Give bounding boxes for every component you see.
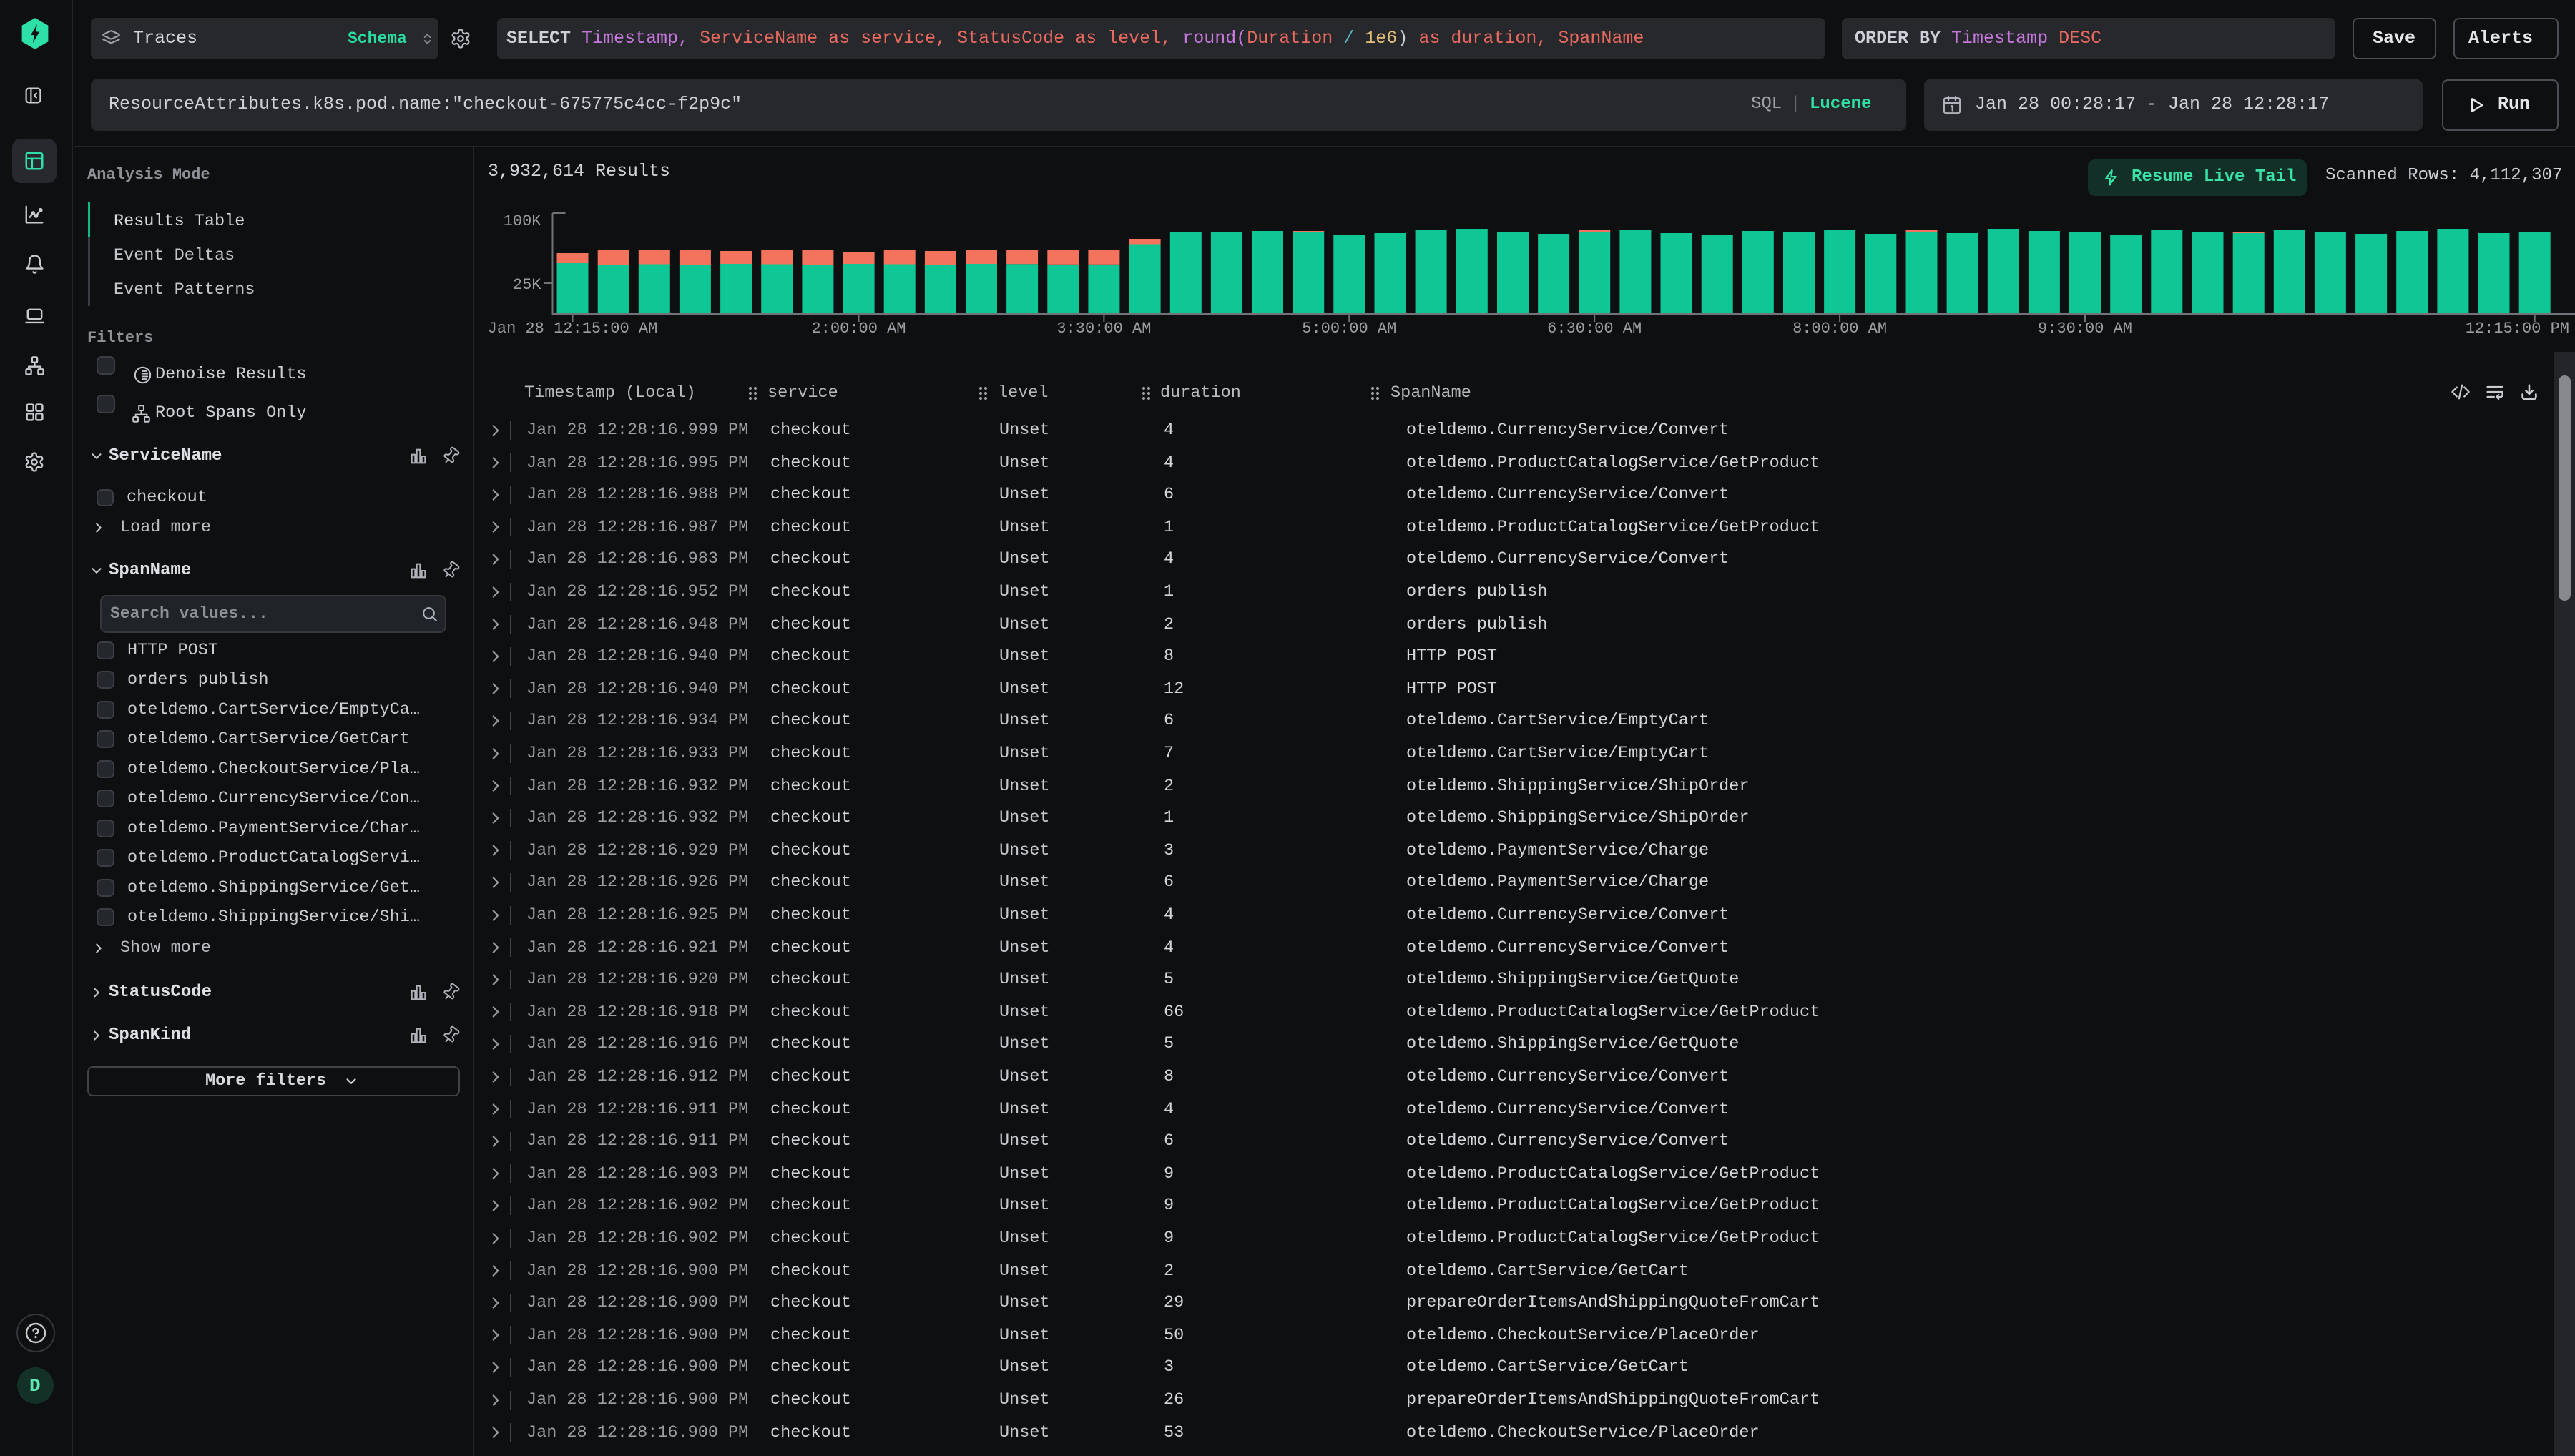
svg-text:100K: 100K xyxy=(504,212,542,230)
svg-text:5:00:00 AM: 5:00:00 AM xyxy=(1302,320,1396,338)
svg-text:Jan 28 12:15:00 AM: Jan 28 12:15:00 AM xyxy=(488,320,658,338)
svg-text:25K: 25K xyxy=(513,276,541,294)
svg-text:3:30:00 AM: 3:30:00 AM xyxy=(1056,320,1151,338)
svg-text:6:30:00 AM: 6:30:00 AM xyxy=(1547,320,1642,338)
svg-text:9:30:00 AM: 9:30:00 AM xyxy=(2038,320,2132,338)
svg-text:12:15:00 PM: 12:15:00 PM xyxy=(2466,320,2569,338)
svg-text:8:00:00 AM: 8:00:00 AM xyxy=(1792,320,1887,338)
svg-text:2:00:00 AM: 2:00:00 AM xyxy=(811,320,906,338)
